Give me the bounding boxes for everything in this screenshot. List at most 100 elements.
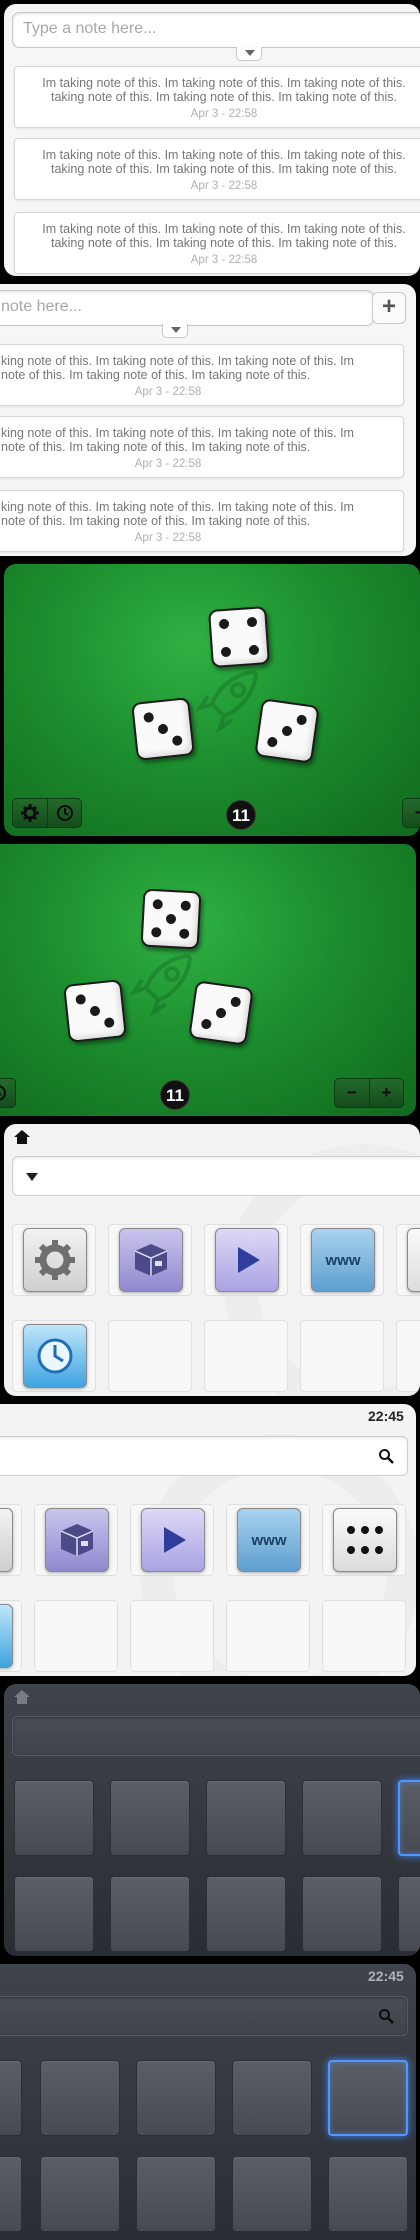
empty-tile[interactable] bbox=[396, 1320, 420, 1392]
app-tile-clock[interactable] bbox=[12, 1320, 96, 1392]
app-tile[interactable] bbox=[40, 2060, 120, 2136]
note-item[interactable]: Im taking note of this. Im taking note o… bbox=[14, 138, 420, 200]
die[interactable] bbox=[254, 698, 320, 764]
note-item[interactable]: king note of this. Im taking note of thi… bbox=[0, 344, 404, 406]
note-text: Im taking note of this. Im taking note o… bbox=[42, 76, 406, 104]
app-tile-media-player[interactable] bbox=[204, 1224, 288, 1296]
search-input[interactable] bbox=[12, 1716, 420, 1756]
note-timestamp: Apr 3 - 22:58 bbox=[190, 254, 258, 266]
app-tile-selected[interactable] bbox=[398, 1780, 420, 1856]
gear-icon bbox=[0, 1508, 13, 1572]
www-icon: www bbox=[311, 1228, 375, 1292]
clock-icon[interactable] bbox=[0, 1079, 15, 1107]
note-timestamp: Apr 3 - 22:58 bbox=[190, 108, 258, 120]
app-launcher-dark-scrolled: 22:45 bbox=[0, 1964, 416, 2240]
app-tile-clock[interactable] bbox=[0, 1600, 22, 1672]
clock-icon[interactable] bbox=[47, 799, 81, 827]
dice-table: 11 − bbox=[4, 564, 420, 836]
die[interactable] bbox=[140, 888, 202, 950]
app-tile[interactable] bbox=[110, 1876, 190, 1952]
empty-tile[interactable] bbox=[300, 1320, 384, 1392]
empty-tile[interactable] bbox=[108, 1320, 192, 1392]
note-item[interactable]: king note of this. Im taking note of thi… bbox=[0, 416, 404, 478]
chevron-down-icon bbox=[245, 50, 255, 56]
die[interactable] bbox=[63, 979, 127, 1043]
empty-tile[interactable] bbox=[322, 1600, 406, 1672]
app-launcher-scrolled: 22:45 www bbox=[0, 1404, 416, 1676]
notes-dropdown-toggle[interactable] bbox=[162, 324, 188, 338]
package-icon bbox=[119, 1228, 183, 1292]
die[interactable] bbox=[131, 697, 195, 761]
app-tile[interactable] bbox=[0, 2156, 22, 2232]
empty-tile[interactable] bbox=[130, 1600, 214, 1672]
app-tile-dice[interactable] bbox=[396, 1224, 420, 1296]
empty-tile[interactable] bbox=[34, 1600, 118, 1672]
play-icon bbox=[215, 1228, 279, 1292]
notes-dropdown-toggle[interactable] bbox=[236, 47, 262, 61]
rocket-logo bbox=[195, 669, 259, 733]
dice-tools bbox=[12, 798, 82, 828]
add-note-button[interactable]: + bbox=[372, 292, 406, 324]
app-tile[interactable] bbox=[136, 2156, 216, 2232]
app-tile-browser[interactable]: www bbox=[226, 1504, 310, 1576]
app-tile[interactable] bbox=[136, 2060, 216, 2136]
dice-tools bbox=[0, 1078, 16, 1108]
app-tile-settings[interactable] bbox=[12, 1224, 96, 1296]
gear-icon[interactable] bbox=[13, 799, 47, 827]
minus-button[interactable]: − bbox=[403, 799, 420, 827]
app-tile[interactable] bbox=[206, 1780, 286, 1856]
search-input[interactable] bbox=[0, 1436, 408, 1476]
app-tile[interactable] bbox=[398, 1876, 420, 1952]
search-input[interactable] bbox=[0, 1996, 408, 2036]
dice-table-scrolled: 11 − + bbox=[0, 844, 416, 1116]
app-tile[interactable] bbox=[40, 2156, 120, 2232]
plus-button[interactable]: + bbox=[369, 1079, 403, 1107]
note-text: Im taking note of this. Im taking note o… bbox=[42, 222, 406, 250]
note-item[interactable]: Im taking note of this. Im taking note o… bbox=[14, 66, 420, 128]
die[interactable] bbox=[208, 606, 270, 668]
app-tile[interactable] bbox=[14, 1780, 94, 1856]
dice-count-controls: − + bbox=[334, 1078, 404, 1108]
status-clock: 22:45 bbox=[368, 1408, 404, 1424]
app-tile-selected[interactable] bbox=[328, 2060, 408, 2136]
die[interactable] bbox=[188, 980, 254, 1046]
app-tile[interactable] bbox=[302, 1780, 382, 1856]
status-clock: 22:45 bbox=[368, 1968, 404, 1984]
dice-icon bbox=[333, 1508, 397, 1572]
app-tile[interactable] bbox=[328, 2156, 408, 2232]
app-tile[interactable] bbox=[302, 1876, 382, 1952]
app-tile-media-player[interactable] bbox=[130, 1504, 214, 1576]
app-tile-dice[interactable] bbox=[322, 1504, 406, 1576]
notes-panel: Type a note here... Im taking note of th… bbox=[4, 4, 420, 276]
app-tile-packages[interactable] bbox=[108, 1224, 192, 1296]
app-tile[interactable] bbox=[206, 1876, 286, 1952]
note-text: Im taking note of this. Im taking note o… bbox=[42, 148, 406, 176]
chevron-down-icon[interactable] bbox=[26, 1173, 38, 1181]
app-tile-browser[interactable]: www bbox=[300, 1224, 384, 1296]
note-timestamp: Apr 3 - 22:58 bbox=[134, 532, 202, 544]
dice-total: 11 bbox=[160, 1080, 190, 1110]
app-launcher: www bbox=[4, 1124, 420, 1396]
app-tile[interactable] bbox=[0, 2060, 22, 2136]
empty-tile[interactable] bbox=[226, 1600, 310, 1672]
minus-button[interactable]: − bbox=[335, 1079, 369, 1107]
empty-tile[interactable] bbox=[204, 1320, 288, 1392]
gear-icon bbox=[23, 1228, 87, 1292]
note-item[interactable]: Im taking note of this. Im taking note o… bbox=[14, 212, 420, 274]
search-icon[interactable] bbox=[378, 1448, 394, 1464]
clock-icon bbox=[23, 1324, 87, 1388]
search-icon[interactable] bbox=[378, 2008, 394, 2024]
app-tile[interactable] bbox=[232, 2156, 312, 2232]
app-tile-settings[interactable] bbox=[0, 1504, 22, 1576]
app-tile[interactable] bbox=[14, 1876, 94, 1952]
app-tile[interactable] bbox=[110, 1780, 190, 1856]
home-icon[interactable] bbox=[14, 1130, 30, 1144]
note-input[interactable]: note here... bbox=[0, 290, 374, 326]
app-tile-packages[interactable] bbox=[34, 1504, 118, 1576]
dice-count-controls: − bbox=[402, 798, 420, 828]
app-tile[interactable] bbox=[232, 2060, 312, 2136]
note-input[interactable]: Type a note here... bbox=[12, 12, 420, 48]
search-input[interactable] bbox=[12, 1156, 420, 1196]
home-icon[interactable] bbox=[14, 1690, 30, 1704]
note-item[interactable]: king note of this. Im taking note of thi… bbox=[0, 490, 404, 552]
